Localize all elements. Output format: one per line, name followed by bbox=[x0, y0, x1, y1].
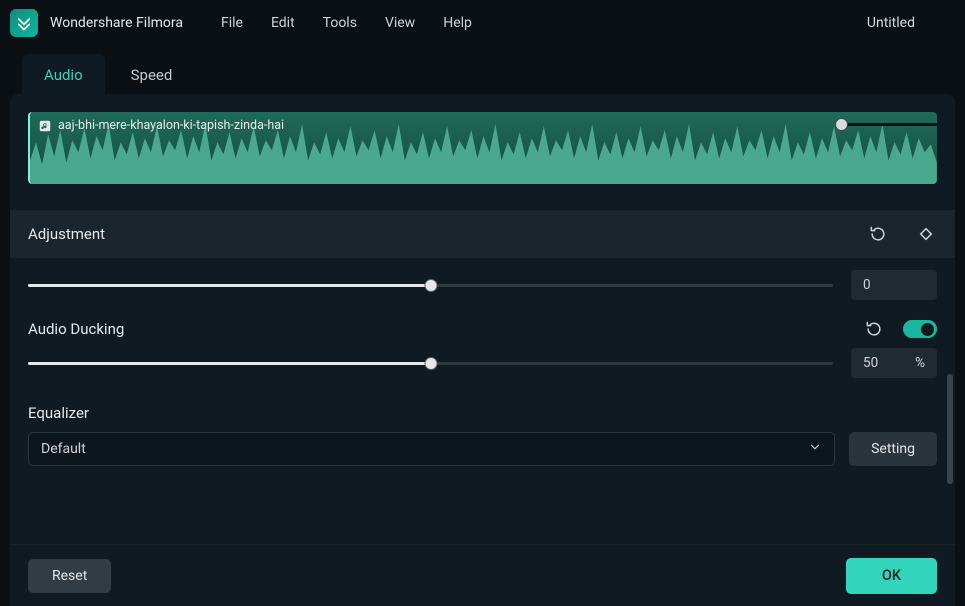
equalizer-select[interactable]: Default bbox=[28, 432, 835, 466]
adjustment-label: Adjustment bbox=[28, 225, 105, 243]
reset-icon[interactable] bbox=[867, 223, 889, 245]
clip-volume-slider[interactable] bbox=[835, 118, 937, 131]
ok-button[interactable]: OK bbox=[846, 558, 937, 594]
ducking-reset-icon[interactable] bbox=[863, 318, 885, 340]
equalizer-label: Equalizer bbox=[28, 404, 89, 422]
audio-ducking-row: Audio Ducking bbox=[10, 304, 955, 344]
audio-ducking-label: Audio Ducking bbox=[28, 320, 124, 338]
audio-clip[interactable]: aaj-bhi-mere-khayalon-ki-tapish-zinda-ha… bbox=[28, 112, 937, 184]
ducking-toggle[interactable] bbox=[903, 320, 937, 338]
tab-audio[interactable]: Audio bbox=[22, 54, 105, 94]
panel-footer: Reset OK bbox=[10, 544, 955, 606]
clip-name: aaj-bhi-mere-khayalon-ki-tapish-zinda-ha… bbox=[58, 118, 284, 133]
adjustment-slider[interactable] bbox=[28, 276, 833, 294]
tab-strip: Audio Speed bbox=[0, 46, 965, 94]
menu-view[interactable]: View bbox=[385, 15, 415, 31]
ducking-value[interactable]: 50 % bbox=[851, 348, 937, 378]
adjustment-slider-row: 0 bbox=[10, 266, 955, 304]
document-title: Untitled bbox=[867, 15, 915, 31]
clip-label: aaj-bhi-mere-khayalon-ki-tapish-zinda-ha… bbox=[38, 118, 284, 133]
ducking-slider-row: 50 % bbox=[10, 344, 955, 382]
app-logo bbox=[10, 9, 38, 37]
equalizer-row: Default Setting bbox=[10, 426, 955, 476]
equalizer-setting-button[interactable]: Setting bbox=[849, 432, 937, 466]
menu-edit[interactable]: Edit bbox=[271, 15, 295, 31]
reset-button[interactable]: Reset bbox=[28, 559, 111, 593]
app-title: Wondershare Filmora bbox=[50, 15, 183, 31]
tab-speed[interactable]: Speed bbox=[109, 54, 195, 94]
menu-file[interactable]: File bbox=[221, 15, 243, 31]
keyframe-icon[interactable] bbox=[915, 223, 937, 245]
menu-tools[interactable]: Tools bbox=[323, 15, 357, 31]
equalizer-label-row: Equalizer bbox=[10, 382, 955, 426]
menu-help[interactable]: Help bbox=[443, 15, 472, 31]
clip-row: aaj-bhi-mere-khayalon-ki-tapish-zinda-ha… bbox=[10, 94, 955, 192]
chevron-down-icon bbox=[808, 440, 822, 458]
ducking-slider[interactable] bbox=[28, 354, 833, 372]
adjustment-header: Adjustment bbox=[10, 210, 955, 258]
music-note-icon bbox=[38, 119, 52, 133]
audio-panel: aaj-bhi-mere-khayalon-ki-tapish-zinda-ha… bbox=[10, 94, 955, 606]
menubar: Wondershare Filmora File Edit Tools View… bbox=[0, 0, 965, 46]
scrollbar-thumb[interactable] bbox=[947, 374, 953, 484]
adjustment-value[interactable]: 0 bbox=[851, 270, 937, 300]
